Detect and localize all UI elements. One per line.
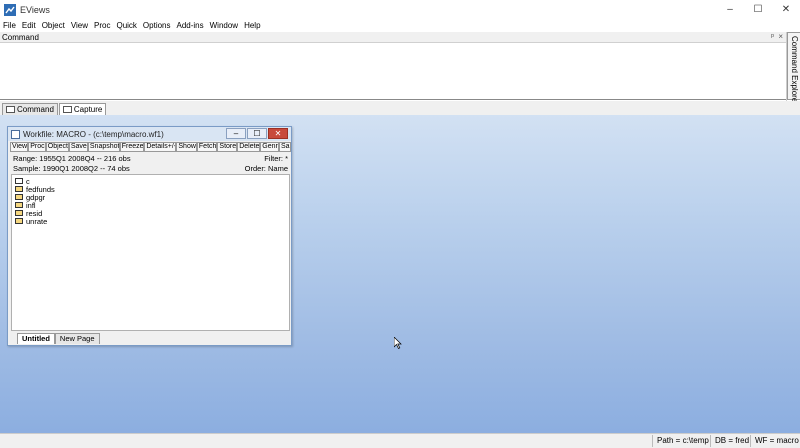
order-label[interactable]: Order: Name bbox=[245, 164, 288, 173]
command-explorer-tab[interactable]: Command Explorer bbox=[787, 32, 800, 105]
command-pane-title: Command bbox=[2, 33, 39, 42]
workfile-close-button[interactable]: ✕ bbox=[268, 128, 288, 139]
workfile-titlebar[interactable]: Workfile: MACRO - (c:\temp\macro.wf1) – … bbox=[8, 127, 291, 141]
wf-genr-button[interactable]: Genr bbox=[260, 142, 279, 152]
wf-details-button[interactable]: Details+/- bbox=[144, 142, 177, 152]
command-explorer-label: Command Explorer bbox=[790, 36, 799, 105]
workfile-icon bbox=[11, 129, 20, 139]
menu-help[interactable]: Help bbox=[241, 21, 263, 30]
wf-store-button[interactable]: Store bbox=[217, 142, 238, 152]
maximize-button[interactable]: ☐ bbox=[744, 0, 772, 19]
menu-window[interactable]: Window bbox=[207, 21, 241, 30]
workfile-title: Workfile: MACRO - (c:\temp\macro.wf1) bbox=[23, 129, 164, 139]
command-explorer-strip: Command Explorer bbox=[786, 32, 800, 105]
page-tab-new-page[interactable]: New Page bbox=[54, 333, 100, 344]
wf-freeze-button[interactable]: Freeze bbox=[119, 142, 145, 152]
menu-proc[interactable]: Proc bbox=[91, 21, 113, 30]
wf-delete-button[interactable]: Delete bbox=[237, 142, 261, 152]
wf-view-button[interactable]: View bbox=[10, 142, 29, 152]
statusbar: Path = c:\temp DB = fred WF = macro bbox=[0, 433, 800, 448]
capture-tab-icon bbox=[62, 106, 72, 113]
minimize-button[interactable]: – bbox=[716, 0, 744, 19]
close-button[interactable]: ✕ bbox=[772, 0, 800, 19]
workfile-range-row: Range: 1955Q1 2008Q4 -- 216 obs Filter: … bbox=[13, 154, 288, 164]
series-icon bbox=[15, 218, 23, 224]
workfile-toolbar: View Proc Object Save Snapshot Freeze De… bbox=[10, 142, 292, 152]
wf-proc-button[interactable]: Proc bbox=[28, 142, 46, 152]
status-wf: WF = macro bbox=[750, 435, 800, 447]
tab-capture[interactable]: Capture bbox=[58, 103, 107, 115]
menubar: File Edit Object View Proc Quick Options… bbox=[0, 19, 786, 32]
command-tab-icon bbox=[6, 106, 15, 113]
menu-file[interactable]: File bbox=[0, 21, 19, 30]
menu-edit[interactable]: Edit bbox=[19, 21, 39, 30]
menu-options[interactable]: Options bbox=[140, 21, 174, 30]
workfile-maximize-button[interactable]: ☐ bbox=[247, 128, 267, 139]
wf-object-button[interactable]: Object bbox=[45, 142, 69, 152]
wf-fetch-button[interactable]: Fetch bbox=[196, 142, 218, 152]
workfile-page-tabs: Untitled New Page bbox=[11, 332, 290, 344]
command-tabs: Command Capture bbox=[0, 101, 800, 115]
menu-view[interactable]: View bbox=[68, 21, 91, 30]
filter-label[interactable]: Filter: * bbox=[264, 154, 288, 163]
menu-add-ins[interactable]: Add-ins bbox=[174, 21, 207, 30]
wf-save-button[interactable]: Save bbox=[68, 142, 88, 152]
wf-show-button[interactable]: Show bbox=[176, 142, 197, 152]
tab-command-label: Command bbox=[17, 105, 54, 114]
workfile-object-list: c fedfunds gdpgr infl resid unrate bbox=[11, 174, 290, 331]
workfile-window: Workfile: MACRO - (c:\temp\macro.wf1) – … bbox=[7, 126, 292, 346]
page-tab-untitled[interactable]: Untitled bbox=[17, 333, 55, 344]
series-icon bbox=[15, 194, 23, 200]
wf-snapshot-button[interactable]: Snapshot bbox=[87, 142, 120, 152]
coef-icon bbox=[15, 178, 23, 184]
list-item[interactable]: unrate bbox=[15, 216, 48, 226]
object-name: unrate bbox=[26, 216, 48, 226]
command-pane-header: Command ᵖ × bbox=[0, 32, 786, 43]
mouse-cursor-icon bbox=[394, 337, 402, 349]
wf-sample-button[interactable]: Sa bbox=[278, 142, 292, 152]
tab-command[interactable]: Command bbox=[2, 103, 58, 115]
status-db: DB = fred bbox=[710, 435, 753, 447]
eviews-logo-icon bbox=[4, 3, 16, 16]
workfile-minimize-button[interactable]: – bbox=[226, 128, 246, 139]
series-icon bbox=[15, 210, 23, 216]
menu-quick[interactable]: Quick bbox=[113, 21, 139, 30]
status-path: Path = c:\temp bbox=[652, 435, 713, 447]
command-input-area[interactable] bbox=[0, 43, 786, 100]
menu-object[interactable]: Object bbox=[39, 21, 68, 30]
app-title: EViews bbox=[20, 4, 50, 15]
range-label[interactable]: Range: 1955Q1 2008Q4 -- 216 obs bbox=[13, 154, 131, 163]
series-icon bbox=[15, 202, 23, 208]
close-pane-icon[interactable]: × bbox=[778, 32, 783, 41]
pin-icon[interactable]: ᵖ bbox=[771, 32, 774, 41]
tab-capture-label: Capture bbox=[73, 105, 103, 114]
series-icon bbox=[15, 186, 23, 192]
workfile-sample-row: Sample: 1990Q1 2008Q2 -- 74 obs Order: N… bbox=[13, 164, 288, 174]
sample-label[interactable]: Sample: 1990Q1 2008Q2 -- 74 obs bbox=[13, 164, 130, 173]
app-titlebar: EViews – ☐ ✕ bbox=[0, 0, 800, 19]
